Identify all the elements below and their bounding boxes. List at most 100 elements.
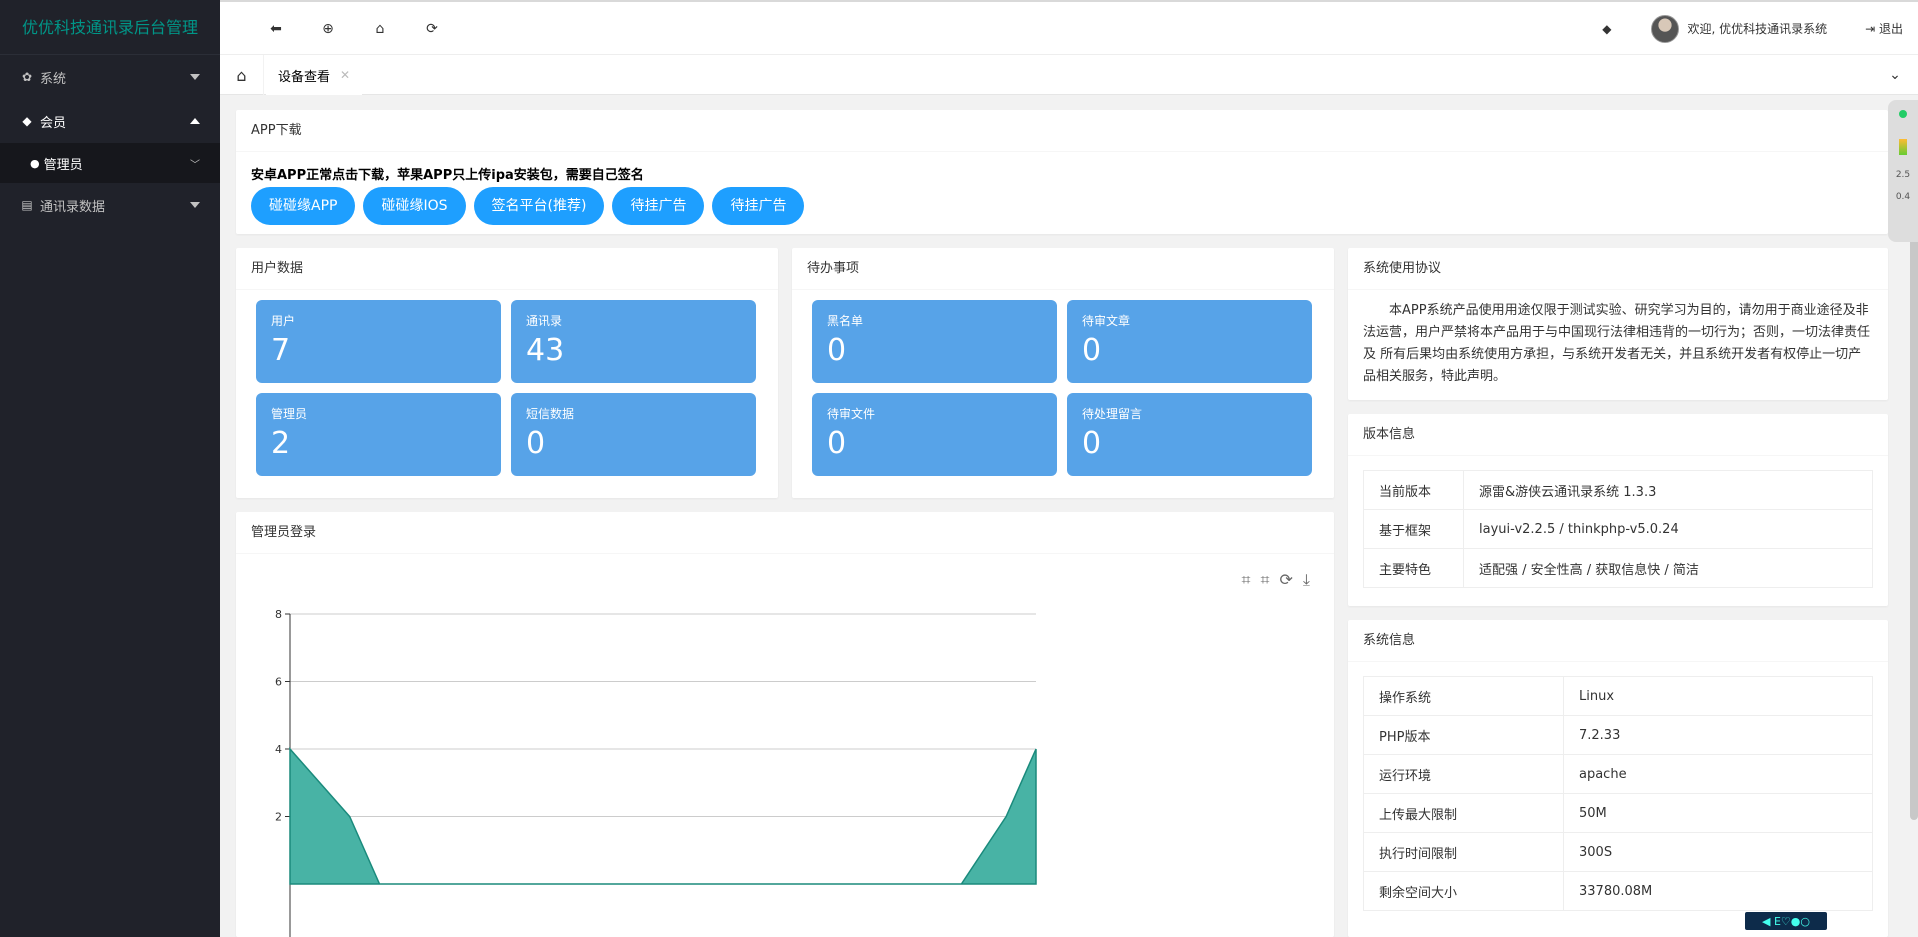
stat-pending-articles[interactable]: 待审文章 0 (1067, 300, 1312, 383)
tag-icon[interactable]: ◆ (1602, 22, 1611, 36)
caret-down-icon (190, 74, 200, 80)
agreement-card: 系统使用协议 本APP系统产品使用用途仅限于测试实验、研究学习为目的，请勿用于商… (1348, 248, 1888, 400)
sidebar-subitem-admin[interactable]: ● 管理员 ﹀ (0, 143, 220, 183)
app-download-card: APP下载 安卓APP正常点击下载，苹果APP只上传ipa安装包，需要自己签名 … (236, 110, 1888, 234)
table-row: 操作系统 Linux (1363, 676, 1873, 716)
app-title: 优优科技通讯录后台管理 (0, 0, 220, 55)
y-tick-label: 6 (275, 676, 282, 689)
stat-label: 黑名单 (827, 314, 864, 328)
table-row: PHP版本 7.2.33 (1363, 715, 1873, 755)
ad-button-2[interactable]: 待挂广告 (712, 187, 805, 225)
stat-value: 0 (1082, 333, 1102, 368)
download-buttons: 碰碰缘APP 碰碰缘IOS 签名平台(推荐) 待挂广告 待挂广告 (251, 187, 1873, 225)
version-table: 当前版本 源雷&游侠云通讯录系统 1.3.3 基于框架 layui-v2.2.5… (1363, 470, 1873, 588)
sidebar-item-label: 系统 (40, 71, 67, 87)
close-icon[interactable]: ✕ (340, 68, 350, 82)
table-value: 300S (1563, 832, 1873, 872)
table-key: 当前版本 (1363, 470, 1464, 510)
stat-label: 短信数据 (526, 407, 575, 421)
download-notice: 安卓APP正常点击下载，苹果APP只上传ipa安装包，需要自己签名 (251, 168, 644, 183)
stat-pending-files[interactable]: 待审文件 0 (812, 393, 1057, 476)
table-row: 主要特色 适配强 / 安全性高 / 获取信息快 / 简洁 (1363, 548, 1873, 588)
version-card: 版本信息 当前版本 源雷&游侠云通讯录系统 1.3.3 基于框架 layui-v… (1348, 414, 1888, 606)
table-key: 执行时间限制 (1363, 832, 1564, 872)
table-key: 基于框架 (1363, 509, 1464, 549)
download-speed: 0.4 (1895, 192, 1911, 202)
tabs-dropdown-button[interactable]: ⌄ (1880, 55, 1910, 95)
stat-value: 43 (526, 333, 565, 368)
table-row: 上传最大限制 50M (1363, 793, 1873, 833)
stat-label: 用户 (271, 314, 296, 328)
card-title: 系统使用协议 (1348, 248, 1888, 290)
stat-value: 0 (827, 333, 847, 368)
stat-contacts[interactable]: 通讯录 43 (511, 300, 756, 383)
y-tick-label: 2 (275, 811, 282, 824)
gear-icon: ✿ (21, 70, 33, 84)
tab-device-view[interactable]: 设备查看 ✕ (266, 55, 363, 95)
stat-value: 0 (1082, 426, 1102, 461)
stat-value: 0 (526, 426, 546, 461)
table-key: PHP版本 (1363, 715, 1564, 755)
table-key: 主要特色 (1363, 548, 1464, 588)
chevron-down-icon: ﹀ (190, 159, 200, 171)
download-app-button[interactable]: 碰碰缘APP (251, 187, 356, 225)
sidebar-item-member[interactable]: ◆ 会员 (0, 99, 220, 143)
card-title: APP下载 (236, 110, 1888, 152)
agreement-text: 本APP系统产品使用用途仅限于测试实验、研究学习为目的，请勿用于商业途径及非法运… (1363, 303, 1871, 384)
admin-login-card: 管理员登录 ⌗ ⌗ ⟳ ⤓ 2468 (236, 512, 1334, 937)
stat-label: 待处理留言 (1082, 407, 1143, 421)
ad-button-1[interactable]: 待挂广告 (612, 187, 705, 225)
table-row: 执行时间限制 300S (1363, 832, 1873, 872)
table-key: 剩余空间大小 (1363, 871, 1564, 911)
sidebar-item-system[interactable]: ✿ 系统 (0, 55, 220, 99)
stat-blacklist[interactable]: 黑名单 0 (812, 300, 1057, 383)
stat-sms[interactable]: 短信数据 0 (511, 393, 756, 476)
green-dot-icon (1888, 110, 1918, 121)
logout-button[interactable]: ⇥ 退出 (1865, 20, 1903, 37)
table-value: Linux (1563, 676, 1873, 716)
table-row: 基于框架 layui-v2.2.5 / thinkphp-v5.0.24 (1363, 509, 1873, 549)
stat-pending-messages[interactable]: 待处理留言 0 (1067, 393, 1312, 476)
stat-admins[interactable]: 管理员 2 (256, 393, 501, 476)
sign-platform-button[interactable]: 签名平台(推荐) (473, 187, 605, 225)
table-row: 运行环境 apache (1363, 754, 1873, 794)
refresh-icon[interactable]: ⟳ (406, 21, 458, 37)
stat-users[interactable]: 用户 7 (256, 300, 501, 383)
welcome-text[interactable]: 欢迎, 优优科技通讯录系统 (1687, 20, 1827, 37)
card-title: 待办事项 (792, 248, 1334, 290)
y-tick-label: 4 (275, 743, 282, 756)
header: ⬅ ⊕ ⌂ ⟳ ◆ 欢迎, 优优科技通讯录系统 ⇥ 退出 (220, 0, 1918, 55)
crosshair-icon[interactable]: ⊕ (302, 21, 354, 37)
home-tab[interactable]: ⌂ (220, 55, 264, 95)
back-icon[interactable]: ⬅ (250, 21, 302, 37)
table-row: 剩余空间大小 33780.08M (1363, 871, 1873, 911)
tab-label: 设备查看 (278, 69, 331, 85)
todo-card: 待办事项 黑名单 0 待审文章 0 待审文件 0 待处理留言 0 (792, 248, 1334, 498)
table-key: 上传最大限制 (1363, 793, 1564, 833)
caret-down-icon (190, 202, 200, 208)
avatar[interactable] (1651, 14, 1680, 43)
login-chart: 2 4 6 8 (275, 608, 1037, 937)
y-tick-label: 8 (275, 608, 282, 621)
sidebar-item-contacts[interactable]: ▤ 通讯录数据 (0, 183, 220, 227)
download-ios-button[interactable]: 碰碰缘IOS (363, 187, 466, 225)
table-value: layui-v2.2.5 / thinkphp-v5.0.24 (1463, 509, 1873, 549)
table-value: 33780.08M (1563, 871, 1873, 911)
home-icon: ⌂ (236, 65, 247, 85)
sidebar-item-label: 通讯录数据 (40, 199, 106, 215)
caret-up-icon (190, 118, 200, 124)
table-row: 当前版本 源雷&游侠云通讯录系统 1.3.3 (1363, 470, 1873, 510)
user-icon: ● (30, 156, 40, 170)
sysinfo-table: 操作系统 Linux PHP版本 7.2.33 运行环境 apache 上传最大… (1363, 676, 1873, 911)
chevron-down-icon: ⌄ (1889, 67, 1901, 83)
card-title: 用户数据 (236, 248, 778, 290)
stat-value: 0 (827, 426, 847, 461)
upload-speed: 2.5 (1895, 170, 1911, 180)
footer-logo: ◀ E♡●○ (1745, 912, 1827, 930)
header-tools: ⬅ ⊕ ⌂ ⟳ (250, 2, 458, 55)
table-key: 操作系统 (1363, 676, 1564, 716)
table-value: 适配强 / 安全性高 / 获取信息快 / 简洁 (1463, 548, 1873, 588)
bank-icon[interactable]: ⌂ (354, 21, 406, 37)
header-right: ◆ 欢迎, 优优科技通讯录系统 ⇥ 退出 (1602, 2, 1903, 55)
stat-label: 管理员 (271, 407, 308, 421)
